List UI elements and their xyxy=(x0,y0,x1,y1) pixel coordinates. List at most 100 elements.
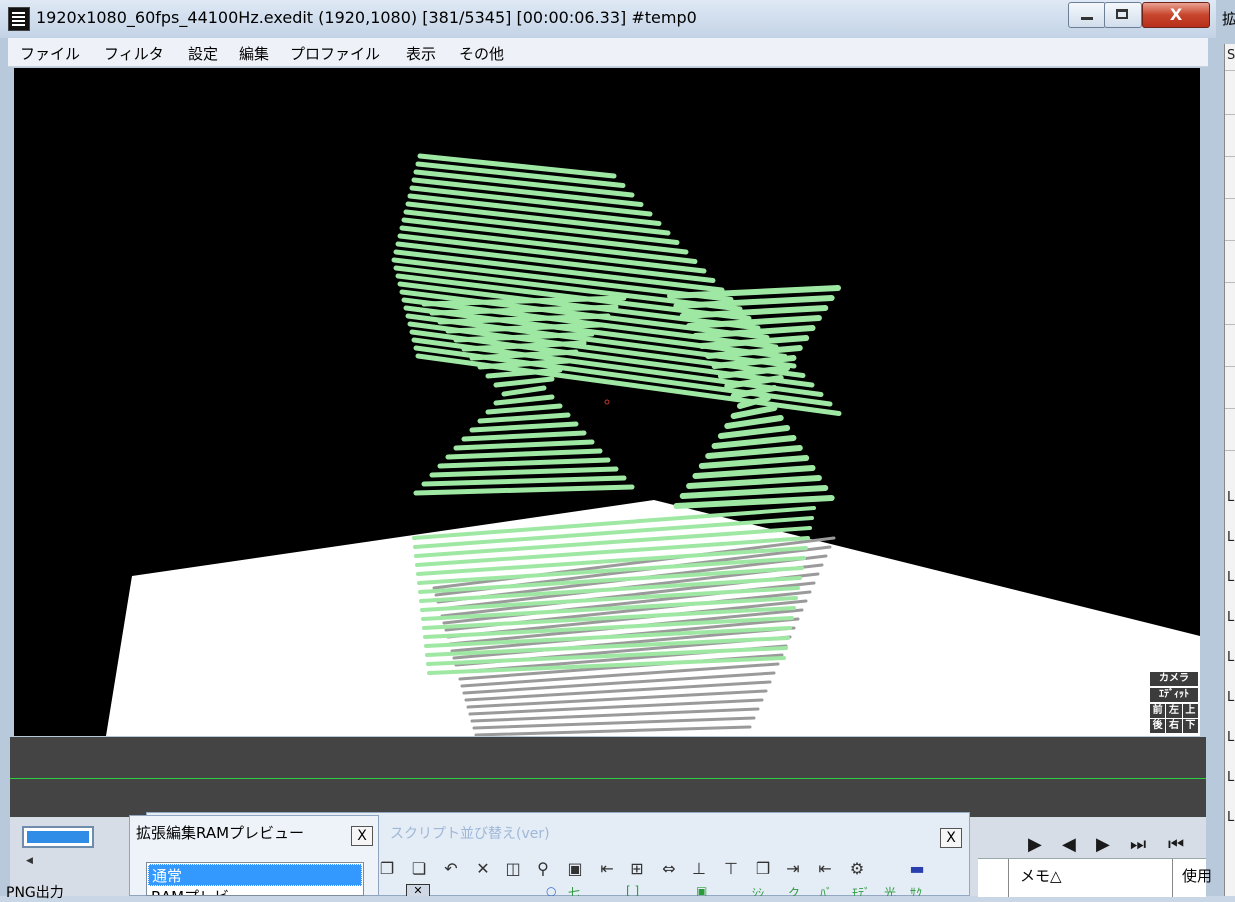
side-row-divider xyxy=(1225,408,1235,409)
play-icon[interactable]: ▶ xyxy=(1028,834,1042,855)
align-bottom-icon[interactable]: ⊥ xyxy=(688,858,710,880)
column-usage[interactable]: 使用 xyxy=(1182,865,1212,886)
menu-view[interactable]: 表示 xyxy=(406,43,436,64)
mode-option-ram-preview[interactable]: RAMプレビ xyxy=(151,886,229,895)
side-row-label[interactable]: L xyxy=(1227,570,1234,585)
script-dialog-title: スクリプト並び替え(ver) xyxy=(390,826,550,842)
frame-icon[interactable]: [ ] xyxy=(626,884,639,896)
minimize-icon xyxy=(1081,17,1093,20)
side-row-divider xyxy=(1225,282,1235,283)
align-center-icon[interactable]: ⊞ xyxy=(626,858,648,880)
undo-icon[interactable]: ↶ xyxy=(440,858,462,880)
text-d-icon[interactable]: ﾓﾃﾞ xyxy=(852,884,870,896)
spring-coil-left xyxy=(445,448,603,460)
spring-coil-left xyxy=(485,403,563,415)
floor-plane xyxy=(106,500,1200,736)
copy-icon[interactable]: ❐ xyxy=(376,858,398,880)
align-top-icon[interactable]: ⊤ xyxy=(720,858,742,880)
timeline-area[interactable] xyxy=(10,737,1206,817)
select-icon[interactable]: ▣ xyxy=(564,858,586,880)
spring-coil-right xyxy=(679,485,829,499)
spring-coil-right xyxy=(686,315,822,329)
align-left-icon[interactable]: ⇤ xyxy=(596,858,618,880)
script-toolbar: ❐ ❏ ↶ ✕ ◫ ⚲ ▣ ⇤ ⊞ ⇔ ⊥ ⊤ ❒ ⇥ ⇤ ⚙ ▬ xyxy=(376,856,970,884)
spring-coil-left xyxy=(493,376,555,388)
camera-front-button[interactable]: 前 xyxy=(1150,704,1166,718)
side-row-label[interactable]: L xyxy=(1227,730,1234,745)
close-icon: X xyxy=(1169,5,1183,24)
side-row-divider xyxy=(1225,240,1235,241)
menu-file[interactable]: ファイル xyxy=(20,43,80,64)
menu-settings[interactable]: 設定 xyxy=(188,43,218,64)
side-row-label[interactable]: L xyxy=(1227,490,1234,505)
camera-left-button[interactable]: 左 xyxy=(1166,704,1182,718)
side-row-label[interactable]: L xyxy=(1227,650,1234,665)
side-window-panel: S L L L L L L L L L xyxy=(1224,44,1235,896)
side-row-label[interactable]: L xyxy=(1227,530,1234,545)
list-close-button[interactable]: ✕ xyxy=(406,884,430,896)
layers-icon[interactable]: ❒ xyxy=(752,858,774,880)
camera-right-button[interactable]: 右 xyxy=(1166,719,1182,733)
side-row-divider xyxy=(1225,114,1235,115)
script-dialog-close-button[interactable]: X xyxy=(940,828,962,848)
film-strip-icon[interactable]: ▬ xyxy=(906,858,928,880)
column-memo[interactable]: メモ△ xyxy=(1020,865,1062,886)
ram-preview-mode-list[interactable]: 通常 RAMプレビ xyxy=(146,862,364,896)
spring-coil-left xyxy=(469,421,579,433)
text-e-icon[interactable]: 光 xyxy=(884,884,896,896)
close-button[interactable]: X xyxy=(1142,2,1210,28)
camera-bottom-button[interactable]: 下 xyxy=(1182,719,1198,733)
paste-icon[interactable]: ❏ xyxy=(408,858,430,880)
distribute-icon[interactable]: ⇔ xyxy=(658,858,680,880)
camera-back-button[interactable]: 後 xyxy=(1150,719,1166,733)
side-row-label[interactable]: L xyxy=(1227,810,1234,825)
next-frame-icon[interactable]: ⏭ xyxy=(1130,834,1146,855)
maximize-icon xyxy=(1116,9,1128,19)
edit-button[interactable]: ｴﾃﾞｨｯﾄ xyxy=(1150,688,1198,702)
box-icon[interactable]: ▣ xyxy=(696,884,707,896)
text-c-icon[interactable]: ﾊﾞ xyxy=(820,884,832,896)
camera-control-panel: カメラ ｴﾃﾞｨｯﾄ 前 左 上 後 右 下 xyxy=(1150,672,1198,734)
end-icon[interactable]: ⏮ xyxy=(1168,834,1184,855)
png-output-label[interactable]: PNG出力 xyxy=(6,882,64,902)
text-tool-icon[interactable]: 七 xyxy=(568,884,580,896)
spring-coil-left xyxy=(429,466,619,478)
import-icon[interactable]: ⇤ xyxy=(814,858,836,880)
preview-viewport[interactable]: カメラ ｴﾃﾞｨｯﾄ 前 左 上 後 右 下 xyxy=(14,68,1200,736)
text-b-icon[interactable]: ク xyxy=(788,884,800,896)
text-f-icon[interactable]: ｻｸ xyxy=(910,884,922,896)
step-back-icon[interactable]: ◀ xyxy=(1062,834,1076,855)
spring-coil-left xyxy=(493,394,555,406)
mode-option-normal[interactable]: 通常 xyxy=(148,864,362,886)
side-row-label[interactable]: L xyxy=(1227,690,1234,705)
column-divider xyxy=(1172,859,1173,897)
side-row-label[interactable]: L xyxy=(1227,770,1234,785)
spring-coil-right xyxy=(724,415,784,429)
minimize-button[interactable] xyxy=(1068,2,1106,28)
menu-edit[interactable]: 編集 xyxy=(239,43,269,64)
step-forward-icon[interactable]: ▶ xyxy=(1096,834,1110,855)
pin-icon[interactable]: ⚲ xyxy=(532,858,554,880)
split-icon[interactable]: ◫ xyxy=(502,858,524,880)
menu-filter[interactable]: フィルタ xyxy=(104,43,164,64)
spring-coil-left xyxy=(501,385,547,397)
export-icon[interactable]: ⇥ xyxy=(782,858,804,880)
seek-slider[interactable] xyxy=(22,826,94,848)
delete-icon[interactable]: ✕ xyxy=(472,858,494,880)
camera-top-button[interactable]: 上 xyxy=(1182,704,1198,718)
maximize-button[interactable] xyxy=(1104,2,1142,28)
spring-coil-left xyxy=(477,412,571,424)
menu-profile[interactable]: プロファイル xyxy=(290,43,380,64)
ram-preview-close-button[interactable]: X xyxy=(351,826,373,846)
film-icon xyxy=(8,7,30,31)
tools-icon[interactable]: ⚙ xyxy=(846,858,868,880)
timeline-marker-line xyxy=(10,778,1206,779)
spring-coil-left xyxy=(413,484,635,496)
playback-controls: ▶ ◀ ▶ ⏭ ⏮ xyxy=(1018,826,1208,862)
side-row-label[interactable]: L xyxy=(1227,610,1234,625)
text-a-icon[interactable]: ｼｼ xyxy=(752,884,764,896)
menu-other[interactable]: その他 xyxy=(459,43,504,64)
camera-button[interactable]: カメラ xyxy=(1150,672,1198,686)
scroll-left-icon[interactable]: ◀ xyxy=(26,856,33,866)
search-icon[interactable]: ○ xyxy=(546,884,556,896)
